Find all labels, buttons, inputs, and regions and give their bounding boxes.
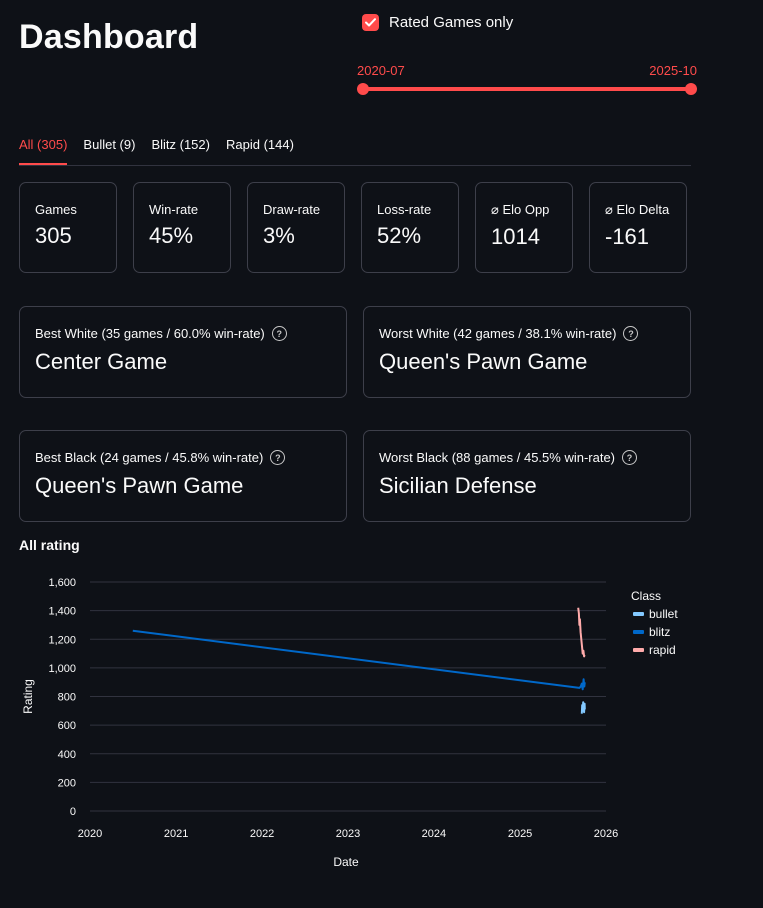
y-tick-label: 1,400 bbox=[48, 606, 76, 618]
series-line-bullet bbox=[580, 701, 586, 714]
legend-title: Class bbox=[631, 589, 661, 603]
metric-win-rate: Win-rate 45% bbox=[133, 182, 231, 273]
chart-title: All rating bbox=[19, 537, 80, 553]
legend-swatch-blitz bbox=[633, 630, 644, 634]
metric-label: Win-rate bbox=[149, 202, 199, 217]
metric-elo-opp: ⌀ Elo Opp 1014 bbox=[475, 182, 573, 273]
metric-label: ⌀ Elo Opp bbox=[491, 202, 550, 217]
metric-value: 1014 bbox=[491, 224, 540, 249]
checkbox-checked-icon[interactable] bbox=[362, 14, 379, 31]
rated-only-checkbox[interactable]: Rated Games only bbox=[362, 14, 513, 31]
help-icon[interactable]: ? bbox=[622, 450, 638, 465]
metric-label: Draw-rate bbox=[263, 202, 321, 217]
x-tick-label: 2022 bbox=[250, 828, 274, 840]
best-black-card: Best Black (24 games / 45.8% win-rate)? … bbox=[19, 430, 347, 522]
best-white-card: Best White (35 games / 60.0% win-rate)? … bbox=[19, 306, 347, 398]
y-tick-label: 600 bbox=[58, 720, 76, 732]
legend-label-blitz: blitz bbox=[649, 625, 670, 639]
legend-label-rapid: rapid bbox=[649, 643, 676, 657]
x-tick-label: 2024 bbox=[422, 828, 446, 840]
y-tick-label: 200 bbox=[58, 777, 76, 789]
best-black-opening: Queen's Pawn Game bbox=[35, 473, 244, 498]
help-icon[interactable]: ? bbox=[623, 326, 639, 341]
slider-track[interactable] bbox=[363, 87, 691, 91]
date-range-end-label: 2025-10 bbox=[649, 63, 697, 78]
y-axis-label: Rating bbox=[21, 679, 35, 714]
best-white-label: Best White (35 games / 60.0% win-rate) bbox=[35, 326, 265, 341]
metric-label: Games bbox=[35, 202, 77, 217]
tab-bullet[interactable]: Bullet (9) bbox=[83, 134, 135, 161]
metric-value: 45% bbox=[149, 223, 194, 248]
worst-black-label: Worst Black (88 games / 45.5% win-rate) bbox=[379, 450, 616, 465]
worst-white-card: Worst White (42 games / 38.1% win-rate)?… bbox=[363, 306, 691, 398]
metric-value: -161 bbox=[605, 224, 650, 249]
worst-white-label: Worst White (42 games / 38.1% win-rate) bbox=[379, 326, 617, 341]
y-tick-label: 1,000 bbox=[48, 663, 76, 675]
tab-rapid[interactable]: Rapid (144) bbox=[226, 134, 294, 161]
metric-label: ⌀ Elo Delta bbox=[605, 202, 670, 217]
help-icon[interactable]: ? bbox=[271, 326, 287, 341]
x-tick-label: 2026 bbox=[594, 828, 618, 840]
slider-start-handle[interactable] bbox=[357, 83, 369, 95]
tab-blitz[interactable]: Blitz (152) bbox=[151, 134, 210, 161]
worst-white-opening: Queen's Pawn Game bbox=[379, 349, 588, 374]
tab-all[interactable]: All (305) bbox=[19, 134, 68, 165]
slider-end-handle[interactable] bbox=[685, 83, 697, 95]
metric-value: 3% bbox=[263, 223, 295, 248]
metric-label: Loss-rate bbox=[377, 202, 432, 217]
rated-only-label: Rated Games only bbox=[389, 14, 514, 31]
x-tick-label: 2023 bbox=[336, 828, 360, 840]
metrics-row: Games 305 Win-rate 45% Draw-rate 3% Loss… bbox=[19, 182, 687, 273]
help-icon[interactable]: ? bbox=[270, 450, 286, 465]
y-tick-label: 0 bbox=[70, 806, 76, 818]
metric-draw-rate: Draw-rate 3% bbox=[247, 182, 345, 273]
class-tabs: All (305) Bullet (9) Blitz (152) Rapid (… bbox=[19, 134, 691, 166]
legend-swatch-rapid bbox=[633, 648, 644, 652]
y-tick-label: 1,200 bbox=[48, 634, 76, 646]
date-range-slider[interactable]: 2020-07 2025-10 bbox=[357, 60, 697, 100]
legend-swatch-bullet bbox=[633, 612, 644, 616]
best-black-label: Best Black (24 games / 45.8% win-rate) bbox=[35, 450, 264, 465]
date-range-start-label: 2020-07 bbox=[357, 63, 405, 78]
x-axis-label: Date bbox=[333, 855, 359, 869]
metric-value: 52% bbox=[377, 223, 422, 248]
series-line-rapid bbox=[577, 607, 586, 658]
metric-value: 305 bbox=[35, 223, 72, 248]
y-tick-label: 1,600 bbox=[48, 577, 76, 589]
x-tick-label: 2020 bbox=[78, 828, 102, 840]
worst-black-opening: Sicilian Defense bbox=[379, 473, 537, 498]
metric-games: Games 305 bbox=[19, 182, 117, 273]
y-tick-label: 800 bbox=[58, 692, 76, 704]
y-tick-label: 400 bbox=[58, 749, 76, 761]
rating-chart: 0 200 400 600 800 1,000 1,200 1,400 1,600 2020 202… bbox=[21, 577, 678, 869]
legend-label-bullet: bullet bbox=[649, 607, 678, 621]
worst-black-card: Worst Black (88 games / 45.5% win-rate)?… bbox=[363, 430, 691, 522]
page-title: Dashboard bbox=[19, 18, 199, 56]
x-tick-label: 2021 bbox=[164, 828, 188, 840]
metric-elo-delta: ⌀ Elo Delta -161 bbox=[589, 182, 687, 273]
best-white-opening: Center Game bbox=[35, 349, 168, 374]
x-tick-label: 2025 bbox=[508, 828, 532, 840]
metric-loss-rate: Loss-rate 52% bbox=[361, 182, 459, 273]
